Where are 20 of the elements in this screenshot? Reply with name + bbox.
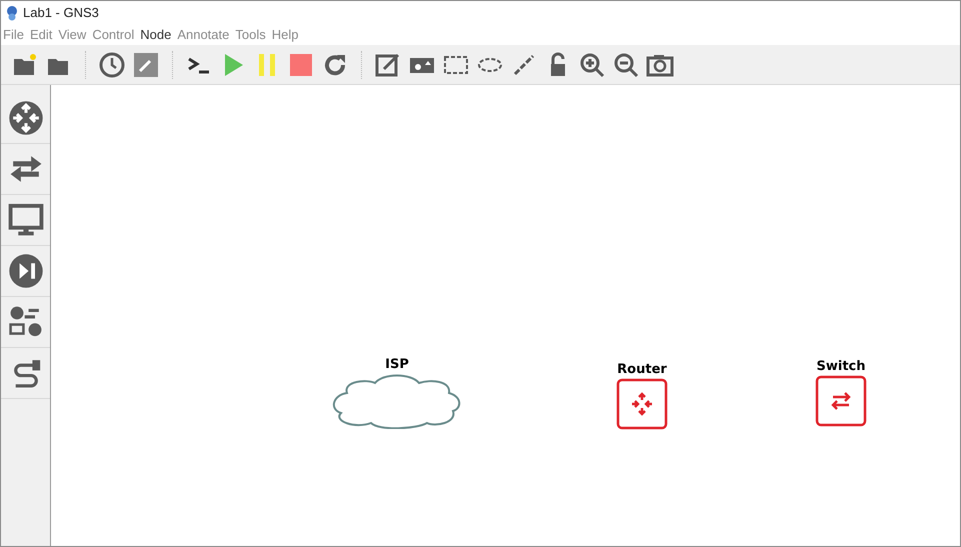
- router-icon[interactable]: [616, 378, 668, 430]
- cloud-icon: [331, 373, 463, 429]
- menu-item[interactable]: Node: [140, 25, 172, 45]
- menu-item[interactable]: File: [3, 25, 24, 45]
- menu-item[interactable]: Annotate: [177, 25, 230, 45]
- play-pause-icon[interactable]: [8, 253, 44, 289]
- menu-item[interactable]: Edit: [30, 25, 52, 45]
- menu-item[interactable]: Help: [272, 25, 298, 45]
- node-label: Switch: [816, 359, 866, 375]
- canvas[interactable]: ISP Router Switch: [51, 85, 960, 546]
- menu-item[interactable]: View: [58, 25, 86, 45]
- app-icon: [5, 5, 19, 21]
- menu-item[interactable]: Control: [92, 25, 134, 45]
- monitor-icon[interactable]: [8, 202, 44, 238]
- router-icon[interactable]: [8, 100, 44, 136]
- switch-icon[interactable]: [815, 375, 867, 427]
- window-title: Lab1 - GNS3: [23, 4, 99, 22]
- node-label: ISP: [385, 357, 409, 373]
- menu-item[interactable]: Tools: [235, 25, 266, 45]
- node-label: Router: [617, 362, 667, 378]
